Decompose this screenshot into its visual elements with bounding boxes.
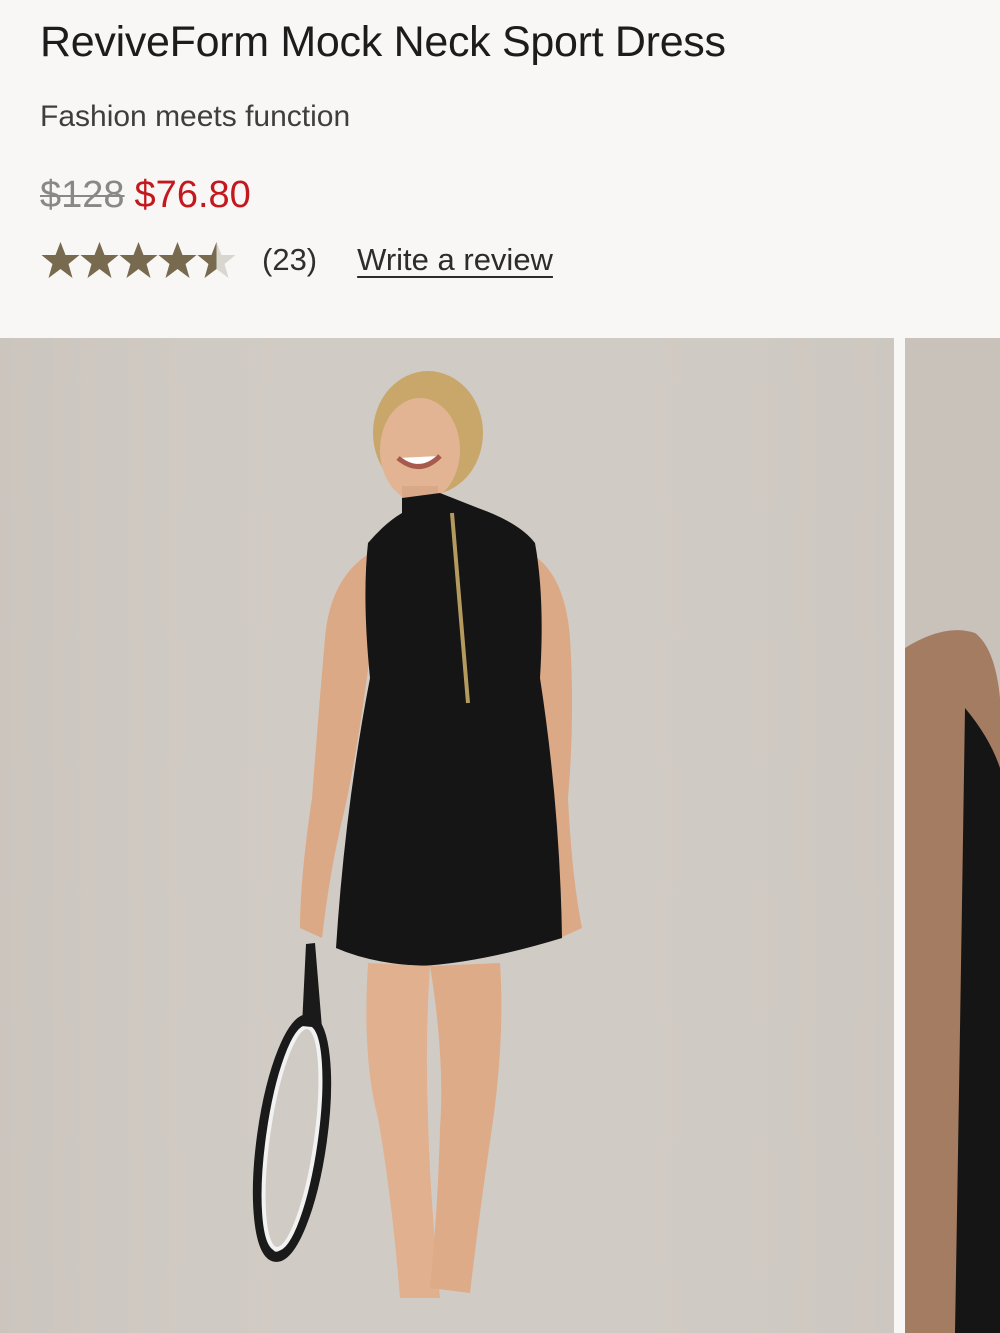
- original-price: $128: [40, 174, 125, 216]
- star-icon: [41, 242, 80, 278]
- write-review-link[interactable]: Write a review: [357, 242, 553, 278]
- product-header: ReviveForm Mock Neck Sport Dress Fashion…: [0, 0, 1000, 338]
- star-icon: [197, 242, 236, 278]
- rating-row: (23) Write a review: [40, 238, 553, 282]
- review-count[interactable]: (23): [262, 242, 317, 278]
- sale-price: $76.80: [134, 174, 251, 216]
- product-title: ReviveForm Mock Neck Sport Dress: [40, 18, 726, 66]
- star-icon: [119, 242, 158, 278]
- product-image-carousel[interactable]: [0, 338, 1000, 1333]
- product-tagline: Fashion meets function: [40, 100, 351, 133]
- product-photo-partial: [905, 338, 1000, 1333]
- price-row: $128 $76.80: [40, 174, 251, 217]
- product-photo: [0, 338, 894, 1333]
- product-image-next[interactable]: [905, 338, 1000, 1333]
- star-icon: [158, 242, 197, 278]
- product-image-main[interactable]: [0, 338, 894, 1333]
- star-icon: [80, 242, 119, 278]
- star-rating[interactable]: [40, 240, 236, 280]
